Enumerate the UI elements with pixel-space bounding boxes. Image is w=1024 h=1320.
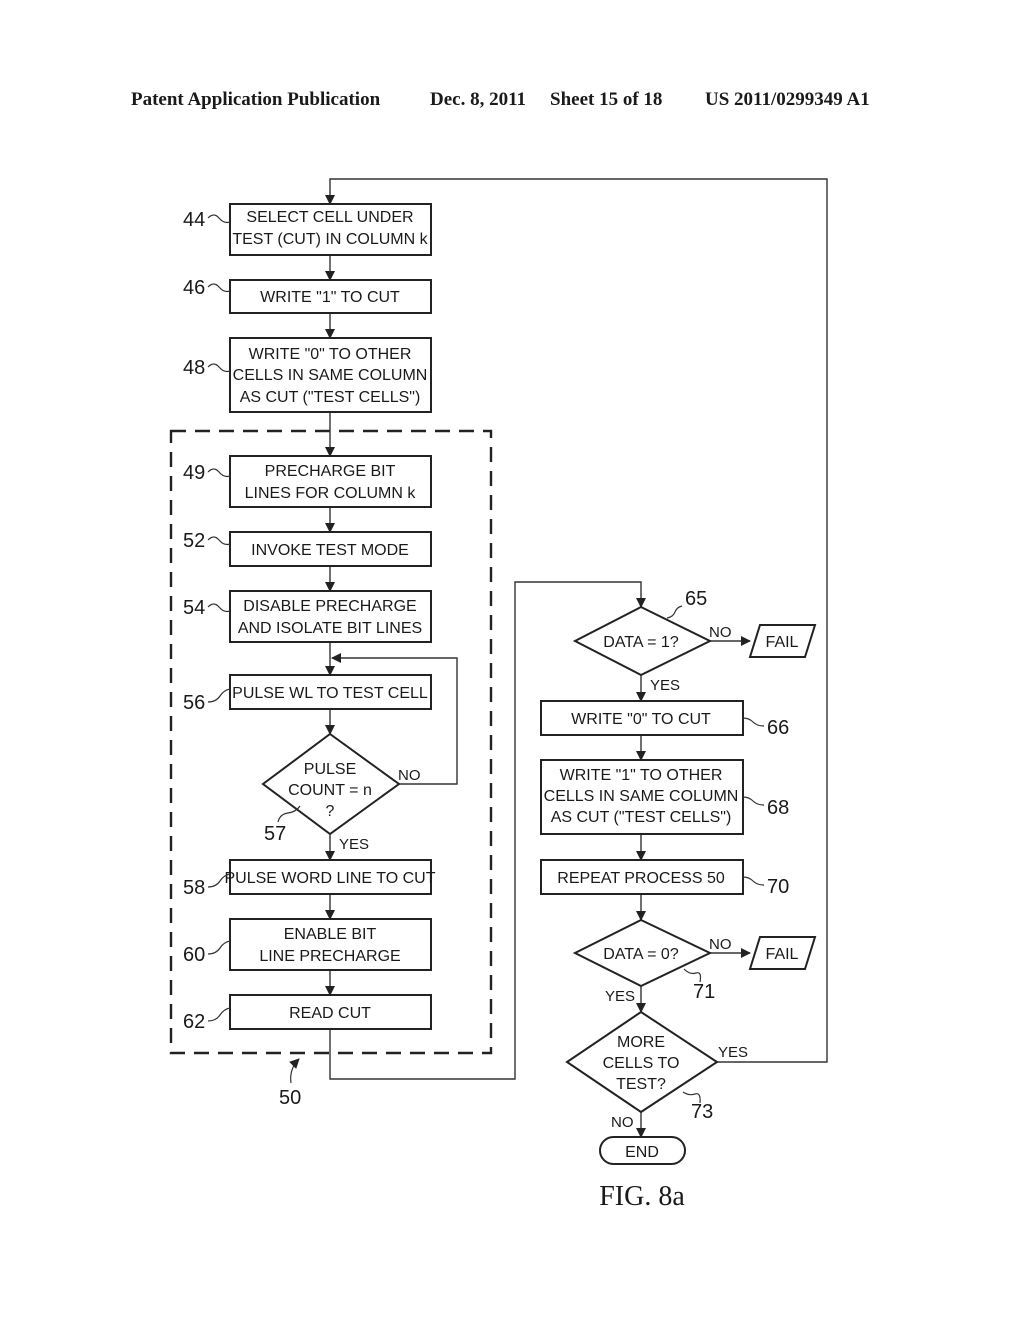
fail-71-label: FAIL (766, 946, 799, 963)
step-60-line2: LINE PRECHARGE (259, 948, 400, 965)
ref-56: 56 (183, 692, 205, 714)
ref-60: 60 (183, 944, 205, 966)
step-68-line1: WRITE "1" TO OTHER (560, 767, 723, 784)
step-58-line1: PULSE WORD LINE TO CUT (225, 870, 436, 887)
step-44-line1: SELECT CELL UNDER (246, 209, 413, 226)
leader-52 (207, 536, 231, 546)
decision-65-line1: DATA = 1? (603, 634, 679, 651)
step-56-line1: PULSE WL TO TEST CELL (232, 685, 428, 702)
decision-57-no-label: NO (398, 767, 421, 784)
step-49-line2: LINES FOR COLUMN k (245, 485, 417, 502)
leader-66 (742, 717, 765, 727)
step-49-line1: PRECHARGE BIT (265, 463, 396, 480)
leader-44 (207, 214, 231, 224)
decision-71-no-label: NO (709, 936, 732, 953)
ref-57: 57 (264, 823, 286, 845)
figure-caption: FIG. 8a (599, 1181, 685, 1212)
decision-57-line1: PULSE (304, 761, 356, 778)
decision-73-line1: MORE (617, 1034, 665, 1051)
ref-46: 46 (183, 277, 205, 299)
step-68-line3: AS CUT ("TEST CELLS") (551, 809, 732, 826)
decision-65-no-label: NO (709, 624, 732, 641)
ref-66: 66 (767, 717, 789, 739)
leader-60 (207, 940, 231, 955)
end-label: END (625, 1144, 659, 1161)
ref-73: 73 (691, 1101, 713, 1123)
decision-73-yes-label: YES (718, 1044, 748, 1061)
fail-65-label: FAIL (766, 634, 799, 651)
leader-56 (207, 688, 231, 703)
step-68-line2: CELLS IN SAME COLUMN (544, 788, 739, 805)
leader-46 (207, 283, 231, 293)
decision-73-line3: TEST? (616, 1076, 666, 1093)
decision-71-yes-label: YES (605, 988, 635, 1005)
leader-70 (742, 876, 765, 886)
decision-65-yes-label: YES (650, 677, 680, 694)
leader-48 (207, 363, 231, 373)
step-62-line1: READ CUT (289, 1005, 371, 1022)
step-48-line2: CELLS IN SAME COLUMN (233, 367, 428, 384)
ref-65: 65 (685, 588, 707, 610)
ref-62: 62 (183, 1011, 205, 1033)
decision-57-line2: COUNT = n (288, 782, 372, 799)
flowchart: SELECT CELL UNDER TEST (CUT) IN COLUMN k… (169, 178, 828, 1212)
leader-49 (207, 468, 231, 478)
step-52-line1: INVOKE TEST MODE (251, 542, 409, 559)
ref-71: 71 (693, 981, 715, 1003)
ref-68: 68 (767, 797, 789, 819)
leader-50 (289, 1058, 300, 1084)
step-48-line3: AS CUT ("TEST CELLS") (240, 389, 421, 406)
step-44-line2: TEST (CUT) IN COLUMN k (232, 231, 428, 248)
step-54-line1: DISABLE PRECHARGE (243, 598, 416, 615)
step-66-line1: WRITE "0" TO CUT (571, 711, 711, 728)
ref-48: 48 (183, 357, 205, 379)
decision-57-line3: ? (326, 803, 335, 820)
ref-44: 44 (183, 209, 205, 231)
ref-50: 50 (279, 1087, 301, 1109)
leader-54 (207, 603, 231, 613)
step-60-line1: ENABLE BIT (284, 926, 377, 943)
decision-57-yes-label: YES (339, 836, 369, 853)
ref-70: 70 (767, 876, 789, 898)
step-70-line1: REPEAT PROCESS 50 (557, 870, 725, 887)
leader-65 (666, 605, 683, 619)
ref-54: 54 (183, 597, 205, 619)
step-46-line1: WRITE "1" TO CUT (260, 289, 400, 306)
decision-71-line1: DATA = 0? (603, 946, 679, 963)
leader-62 (207, 1007, 231, 1022)
step-54-line2: AND ISOLATE BIT LINES (238, 620, 422, 637)
ref-49: 49 (183, 462, 205, 484)
step-48-line1: WRITE "0" TO OTHER (249, 346, 412, 363)
leader-68 (742, 796, 765, 806)
decision-73-no-label: NO (611, 1114, 634, 1131)
decision-73-line2: CELLS TO (603, 1055, 680, 1072)
ref-58: 58 (183, 877, 205, 899)
ref-52: 52 (183, 530, 205, 552)
